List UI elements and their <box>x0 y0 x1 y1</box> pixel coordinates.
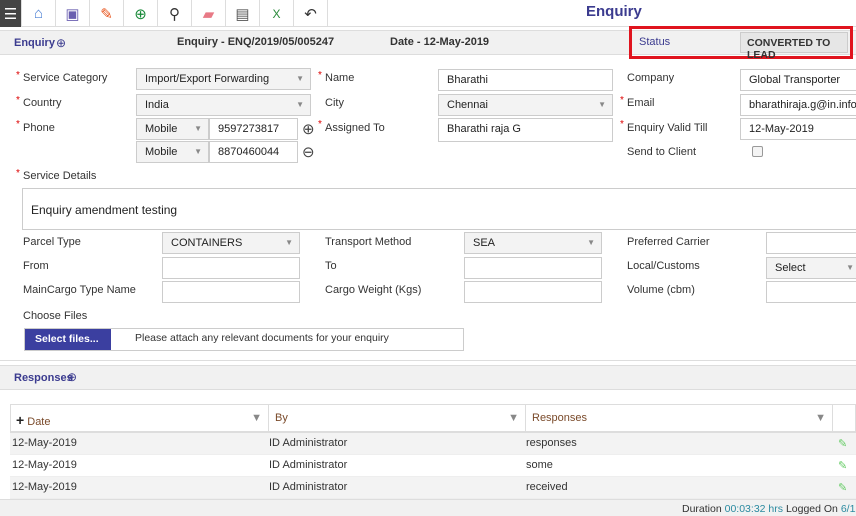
local-customs-select[interactable]: Select <box>766 257 856 279</box>
column-by[interactable]: By ▼ <box>269 404 526 433</box>
cell-date: 12-May-2019 <box>12 459 77 471</box>
remove-phone-icon[interactable]: ⊖ <box>302 143 315 161</box>
edit-row-icon[interactable]: ✎ <box>838 437 847 450</box>
valid-till-input[interactable]: 12-May-2019 <box>740 118 856 140</box>
cell-date: 12-May-2019 <box>12 437 77 449</box>
weight-label: Cargo Weight (Kgs) <box>325 284 422 296</box>
parcel-type-select[interactable]: CONTAINERS <box>162 232 300 254</box>
add-icon[interactable]: ⊕ <box>124 0 158 27</box>
table-row: 12-May-2019 ID Administrator responses ✎ <box>10 433 856 455</box>
page-title: Enquiry <box>586 3 642 20</box>
country-label: Country <box>23 97 62 109</box>
phone1-input[interactable]: 9597273817 <box>209 118 298 140</box>
volume-input[interactable] <box>766 281 856 303</box>
expand-icon[interactable]: ⊕ <box>56 36 66 50</box>
save-icon[interactable]: ▣ <box>56 0 90 27</box>
from-label: From <box>23 260 49 272</box>
to-input[interactable] <box>464 257 602 279</box>
service-category-label: Service Category <box>23 72 108 84</box>
valid-till-label: Enquiry Valid Till <box>627 122 708 134</box>
column-date[interactable]: + Date ▼ <box>10 404 269 433</box>
local-customs-label: Local/Customs <box>627 260 700 272</box>
cell-by: ID Administrator <box>269 481 348 493</box>
carrier-input[interactable] <box>766 232 856 254</box>
eraser-icon[interactable]: ▰ <box>192 0 226 27</box>
parcel-type-label: Parcel Type <box>23 236 81 248</box>
expand-responses-icon[interactable]: ⊕ <box>67 370 77 384</box>
transport-select[interactable]: SEA <box>464 232 602 254</box>
enquiry-number: Enquiry - ENQ/2019/05/005247 <box>177 36 335 48</box>
enquiry-date: Date - 12-May-2019 <box>390 36 490 48</box>
city-select[interactable]: Chennai <box>438 94 613 116</box>
document-icon[interactable]: ▤ <box>226 0 260 27</box>
undo-icon[interactable]: ↶ <box>294 0 328 27</box>
section-title: Enquiry <box>14 37 55 49</box>
edit-row-icon[interactable]: ✎ <box>838 459 847 472</box>
name-label: Name <box>325 72 355 84</box>
column-responses[interactable]: Responses ▼ <box>526 404 833 433</box>
volume-label: Volume (cbm) <box>627 284 695 296</box>
table-row: 12-May-2019 ID Administrator some ✎ <box>10 455 856 477</box>
home-icon[interactable]: ⌂ <box>22 0 56 27</box>
weight-input[interactable] <box>464 281 602 303</box>
phone-label: Phone <box>23 122 55 134</box>
service-details-textarea[interactable]: Enquiry amendment testing <box>22 188 856 230</box>
toolbar: ☰ ⌂ ▣ ✎ ⊕ ⚲ ▰ ▤ X ↶ <box>0 0 856 27</box>
from-input[interactable] <box>162 257 300 279</box>
search-icon[interactable]: ⚲ <box>158 0 192 27</box>
menu-icon[interactable]: ☰ <box>0 0 22 27</box>
divider <box>0 360 856 361</box>
responses-header: Responses ⊕ <box>0 365 856 390</box>
footer-status: Duration 00:03:32 hrs Logged On 6/12/20 <box>682 503 856 515</box>
status-highlight: Status CONVERTED TO LEAD <box>629 26 853 61</box>
cell-response: received <box>526 481 568 493</box>
cell-by: ID Administrator <box>269 437 348 449</box>
add-phone-icon[interactable]: ⊕ <box>302 120 315 138</box>
send-to-client-label: Send to Client <box>627 146 697 158</box>
service-details-label: Service Details <box>23 170 97 182</box>
phone2-input[interactable]: 8870460044 <box>209 141 298 163</box>
file-upload: Select files... Please attach any releva… <box>24 328 464 351</box>
choose-files-label: Choose Files <box>23 310 88 322</box>
assigned-label: Assigned To <box>325 122 385 134</box>
assigned-input[interactable]: Bharathi raja G <box>438 118 613 142</box>
table-row: 12-May-2019 ID Administrator received ✎ <box>10 477 856 499</box>
cell-response: some <box>526 459 553 471</box>
country-select[interactable]: India <box>136 94 311 116</box>
send-to-client-checkbox[interactable] <box>752 146 763 157</box>
status-badge: CONVERTED TO LEAD <box>740 32 848 61</box>
footer: Duration 00:03:32 hrs Logged On 6/12/20 <box>0 499 856 516</box>
maincargo-label: MainCargo Type Name <box>23 284 136 296</box>
phone1-type-select[interactable]: Mobile <box>136 118 209 140</box>
to-label: To <box>325 260 337 272</box>
edit-icon[interactable]: ✎ <box>90 0 124 27</box>
cell-date: 12-May-2019 <box>12 481 77 493</box>
cell-response: responses <box>526 437 577 449</box>
company-input[interactable]: Global Transporter <box>740 69 856 91</box>
email-input[interactable]: bharathiraja.g@in.infodyna <box>740 94 856 116</box>
select-files-button[interactable]: Select files... <box>25 329 111 350</box>
status-label: Status <box>639 36 671 48</box>
cell-by: ID Administrator <box>269 459 348 471</box>
name-input[interactable]: Bharathi <box>438 69 613 91</box>
email-label: Email <box>627 97 655 109</box>
maincargo-input[interactable] <box>162 281 300 303</box>
excel-icon[interactable]: X <box>260 0 294 27</box>
company-label: Company <box>627 72 675 84</box>
files-hint: Please attach any relevant documents for… <box>135 332 389 344</box>
service-category-select[interactable]: Import/Export Forwarding <box>136 68 311 90</box>
transport-label: Transport Method <box>325 236 412 248</box>
edit-row-icon[interactable]: ✎ <box>838 481 847 494</box>
city-label: City <box>325 97 344 109</box>
phone2-type-select[interactable]: Mobile <box>136 141 209 163</box>
carrier-label: Preferred Carrier <box>627 236 710 248</box>
responses-title: Responses <box>14 372 73 384</box>
